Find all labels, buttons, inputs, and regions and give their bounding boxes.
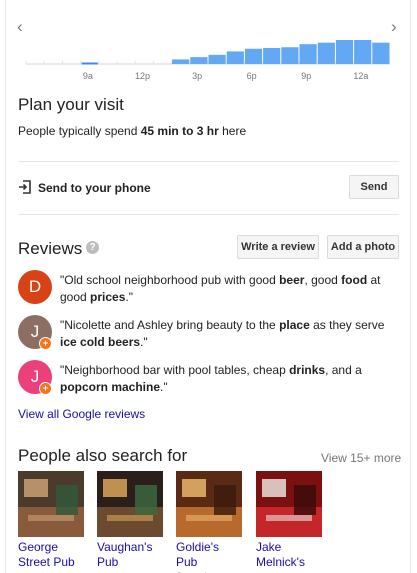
busyness-bar[interactable]	[226, 51, 244, 64]
highlighted-term: food	[341, 273, 368, 287]
review-text: , and a	[325, 363, 362, 377]
highlighted-term: drinks	[289, 363, 326, 377]
view-more-link[interactable]: View 15+ more	[321, 451, 401, 465]
place-thumbnail[interactable]	[256, 471, 322, 537]
review-text: ."	[125, 290, 133, 304]
review-snippet[interactable]: J + "Nicolette and Ashley bring beauty to …	[18, 315, 408, 355]
review-text: "Nicolette and Ashley bring beauty to th…	[60, 318, 280, 332]
place-name[interactable]: George Street Pub	[18, 540, 84, 570]
current-hour-marker	[81, 62, 98, 65]
time-label: 12a	[353, 71, 368, 81]
busyness-bar[interactable]	[244, 48, 263, 64]
divider	[18, 214, 399, 215]
review-text: as they serve	[309, 318, 385, 332]
busyness-bar[interactable]	[354, 40, 372, 64]
review-snippet[interactable]: D "Old school neighborhood pub with good …	[18, 270, 408, 310]
reviews-heading: Reviews	[18, 239, 83, 258]
place-name[interactable]: Goldie's Pub	[176, 540, 242, 570]
local-guide-badge-icon: +	[39, 337, 52, 350]
review-quote: "Old school neighborhood pub with good b…	[60, 272, 400, 306]
related-place-card[interactable]: Jake Melnick's	[256, 471, 322, 570]
highlighted-term: place	[279, 318, 310, 332]
busyness-bar[interactable]	[172, 59, 190, 64]
highlighted-term: ice cold beers	[60, 335, 141, 349]
time-label: 9p	[301, 71, 311, 81]
busyness-bar[interactable]	[335, 40, 354, 64]
busyness-bar[interactable]	[190, 57, 208, 64]
place-thumbnail[interactable]	[18, 471, 84, 537]
avatar: D	[18, 270, 52, 304]
review-quote: "Nicolette and Ashley bring beauty to th…	[60, 317, 400, 351]
highlighted-term: beer	[279, 273, 305, 287]
place-thumbnail[interactable]	[176, 471, 242, 537]
view-all-reviews-link[interactable]: View all Google reviews	[18, 407, 145, 421]
help-icon[interactable]: ?	[86, 241, 99, 254]
related-place-card[interactable]: Vaughan's Pub	[97, 471, 163, 570]
write-review-button[interactable]: Write a review	[237, 235, 319, 259]
time-label: 12p	[135, 71, 150, 81]
review-text: , good	[304, 273, 342, 287]
people-also-search-heading: People also search for	[18, 446, 188, 465]
related-place-card[interactable]: George Street Pub	[18, 471, 84, 570]
add-photo-button[interactable]: Add a photo	[327, 235, 399, 259]
review-text: ."	[140, 335, 148, 349]
plan-visit-heading: Plan your visit	[18, 95, 124, 114]
busyness-bar[interactable]	[299, 44, 317, 64]
time-label: 9a	[83, 71, 93, 81]
time-label: 6p	[247, 71, 257, 81]
highlighted-term: prices	[90, 290, 126, 304]
related-place-card[interactable]: Goldie's PubSports bar	[176, 471, 242, 573]
busyness-bar[interactable]	[372, 42, 390, 64]
place-thumbnail[interactable]	[97, 471, 163, 537]
divider	[18, 161, 399, 162]
popular-times-chart: 9a 12p 3p 6p 9p 12a	[25, 40, 390, 81]
place-details-card: ‹ › 9a 12p 3p 6p 9p 12a Plan your visit Peopl…	[5, 0, 411, 573]
busyness-bar[interactable]	[208, 54, 226, 64]
place-name[interactable]: Vaughan's Pub	[97, 540, 163, 570]
review-snippet[interactable]: J + "Neighborhood bar with pool tables, ch…	[18, 360, 408, 400]
place-name[interactable]: Jake Melnick's	[256, 540, 322, 570]
review-quote: "Neighborhood bar with pool tables, chea…	[60, 362, 400, 396]
review-text: ."	[160, 380, 168, 394]
highlighted-term: popcorn machine	[60, 380, 161, 394]
busyness-bar[interactable]	[317, 42, 335, 64]
send-button[interactable]: Send	[349, 175, 399, 199]
send-to-phone-label[interactable]: Send to your phone	[38, 181, 151, 195]
review-text: "Old school neighborhood pub with good	[60, 273, 280, 287]
busyness-bar[interactable]	[281, 47, 299, 64]
typical-visit-duration: People typically spend 45 min to 3 hr he…	[18, 124, 247, 138]
send-to-device-icon	[19, 180, 31, 194]
busyness-bar[interactable]	[263, 48, 281, 64]
local-guide-badge-icon: +	[39, 382, 52, 395]
time-label: 3p	[192, 71, 202, 81]
review-text: "Neighborhood bar with pool tables, chea…	[60, 363, 290, 377]
